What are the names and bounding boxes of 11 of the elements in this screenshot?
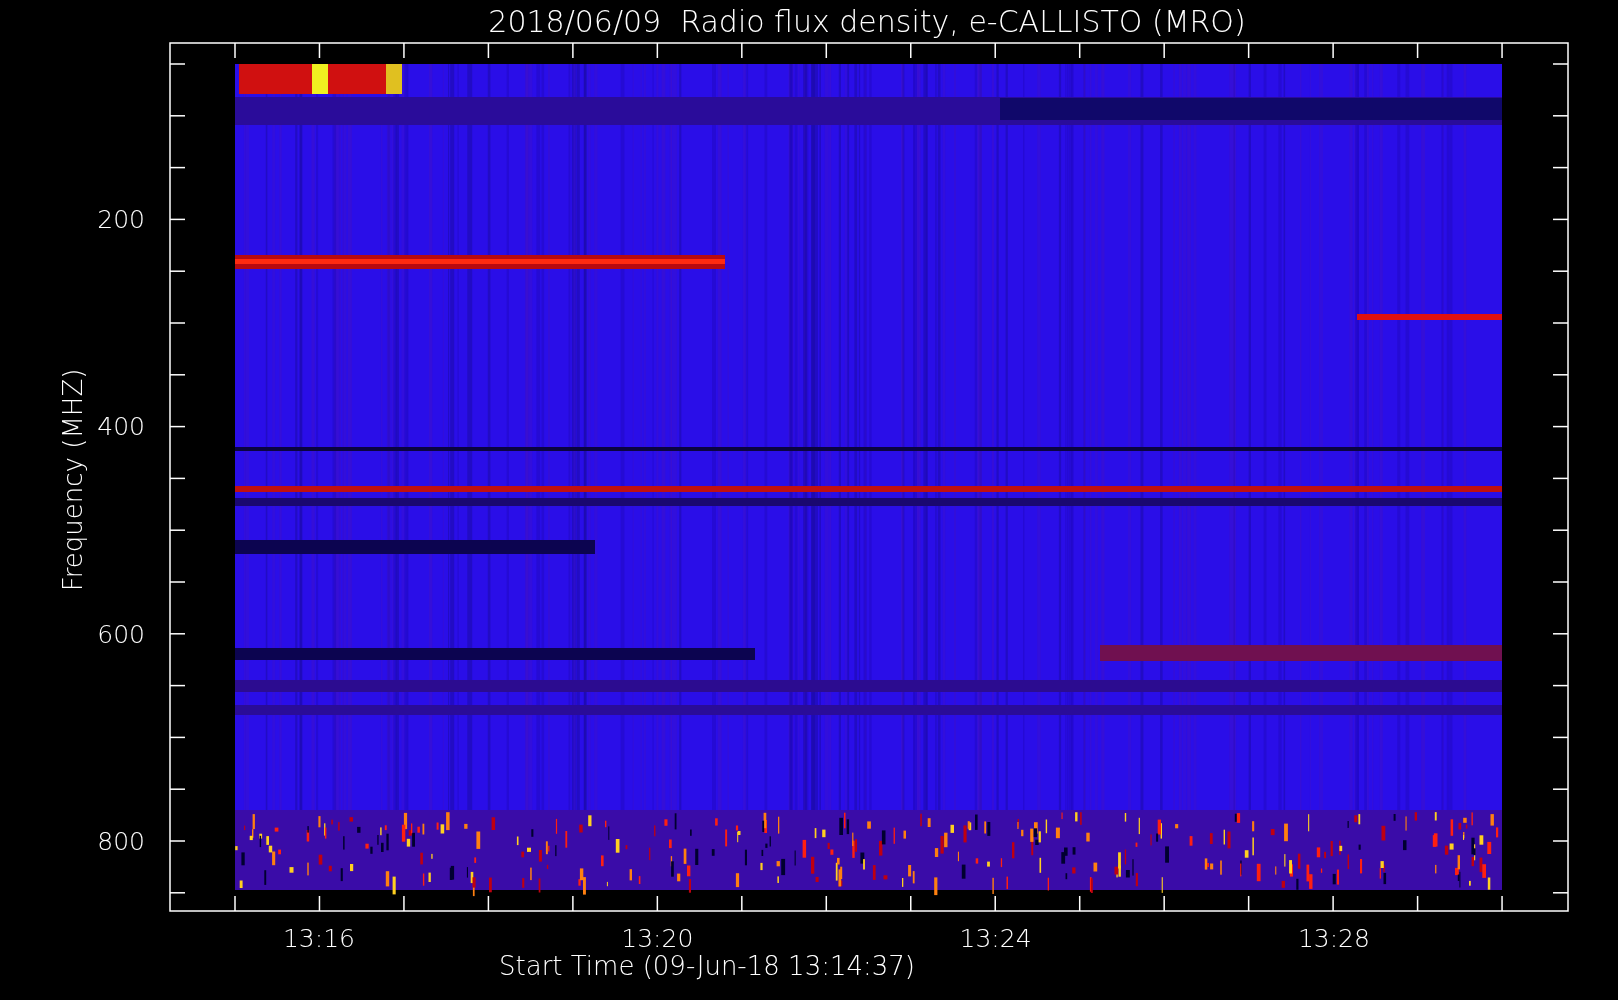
- y-axis-title: Frequency (MHZ): [58, 368, 88, 592]
- x-tick-label: 13:28: [1297, 924, 1370, 953]
- y-tick-label: 800: [97, 826, 145, 856]
- y-tick-label: 400: [97, 412, 145, 442]
- y-tick-label: 200: [97, 205, 145, 234]
- x-tick-label: 13:20: [621, 924, 694, 953]
- x-tick-label: 13:24: [959, 924, 1032, 953]
- chart-title: 2018/06/09 Radio flux density, e-CALLISTO (MRO): [488, 4, 1246, 39]
- x-axis-title: Start Time (09-Jun-18 13:14:37): [499, 951, 915, 981]
- y-tick-label: 600: [97, 619, 145, 649]
- x-tick-label: 13:16: [283, 924, 355, 953]
